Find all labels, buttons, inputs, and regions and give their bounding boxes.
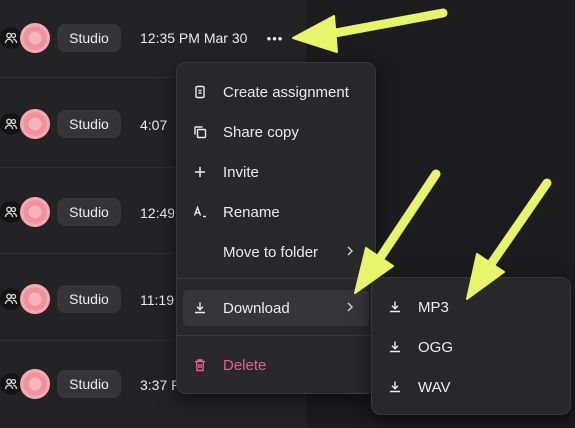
menu-item-share-copy[interactable]: Share copy (183, 114, 369, 150)
menu-item-label: Move to folder (223, 243, 319, 261)
menu-item-create-assignment[interactable]: Create assignment (183, 74, 369, 110)
timestamp: 11:19 A (140, 292, 176, 308)
studio-badge[interactable]: Studio (57, 370, 121, 398)
download-submenu: MP3 OGG WAV (371, 277, 571, 415)
menu-item-label: Invite (223, 163, 259, 181)
submenu-item-ogg[interactable]: OGG (378, 329, 564, 365)
download-icon (192, 300, 208, 316)
menu-item-label: Delete (223, 356, 267, 374)
avatar[interactable] (20, 369, 50, 399)
page: Studio 12:35 PM Mar 30 ••• Studio 4:07 S… (0, 0, 575, 428)
menu-item-label: Rename (223, 203, 280, 221)
avatar[interactable] (20, 109, 50, 139)
menu-item-label: Create assignment (223, 83, 349, 101)
menu-item-download[interactable]: Download (183, 290, 369, 326)
timestamp: 12:35 PM Mar 30 (140, 30, 248, 46)
menu-item-rename[interactable]: Rename (183, 194, 369, 230)
plus-icon (192, 164, 208, 180)
trash-icon (192, 357, 208, 373)
download-icon (387, 379, 403, 395)
studio-badge[interactable]: Studio (57, 198, 121, 226)
people-icon (0, 27, 22, 49)
download-icon (387, 339, 403, 355)
folder-icon-placeholder (192, 244, 208, 260)
studio-badge[interactable]: Studio (57, 110, 121, 138)
menu-item-label: Share copy (223, 123, 299, 141)
chevron-right-icon (347, 302, 354, 312)
submenu-item-label: WAV (418, 378, 451, 396)
people-icon (0, 113, 22, 135)
timestamp: 3:37 P (140, 377, 176, 393)
submenu-item-label: MP3 (418, 298, 449, 316)
submenu-item-label: OGG (418, 338, 454, 356)
assignment-icon (192, 84, 208, 100)
menu-item-move-to-folder[interactable]: Move to folder (183, 234, 369, 270)
more-options-button[interactable]: ••• (262, 28, 288, 48)
people-icon (0, 373, 22, 395)
download-icon (387, 299, 403, 315)
submenu-item-wav[interactable]: WAV (378, 369, 564, 405)
avatar[interactable] (20, 284, 50, 314)
avatar[interactable] (20, 23, 50, 53)
copy-icon (192, 124, 208, 140)
rename-icon (192, 204, 208, 220)
menu-divider (177, 335, 375, 336)
more-horizontal-icon: ••• (266, 30, 284, 46)
timestamp: 12:49 (140, 205, 174, 221)
timestamp: 4:07 (140, 117, 168, 133)
chevron-right-icon (347, 246, 354, 256)
people-icon (0, 201, 22, 223)
people-icon (0, 288, 22, 310)
studio-badge[interactable]: Studio (57, 285, 121, 313)
menu-item-label: Download (223, 299, 290, 317)
menu-divider (177, 278, 375, 279)
context-menu: Create assignment Share copy Invite Rena… (176, 62, 376, 394)
menu-item-invite[interactable]: Invite (183, 154, 369, 190)
studio-badge[interactable]: Studio (57, 24, 121, 52)
menu-item-delete[interactable]: Delete (183, 347, 369, 383)
submenu-item-mp3[interactable]: MP3 (378, 289, 564, 325)
avatar[interactable] (20, 197, 50, 227)
